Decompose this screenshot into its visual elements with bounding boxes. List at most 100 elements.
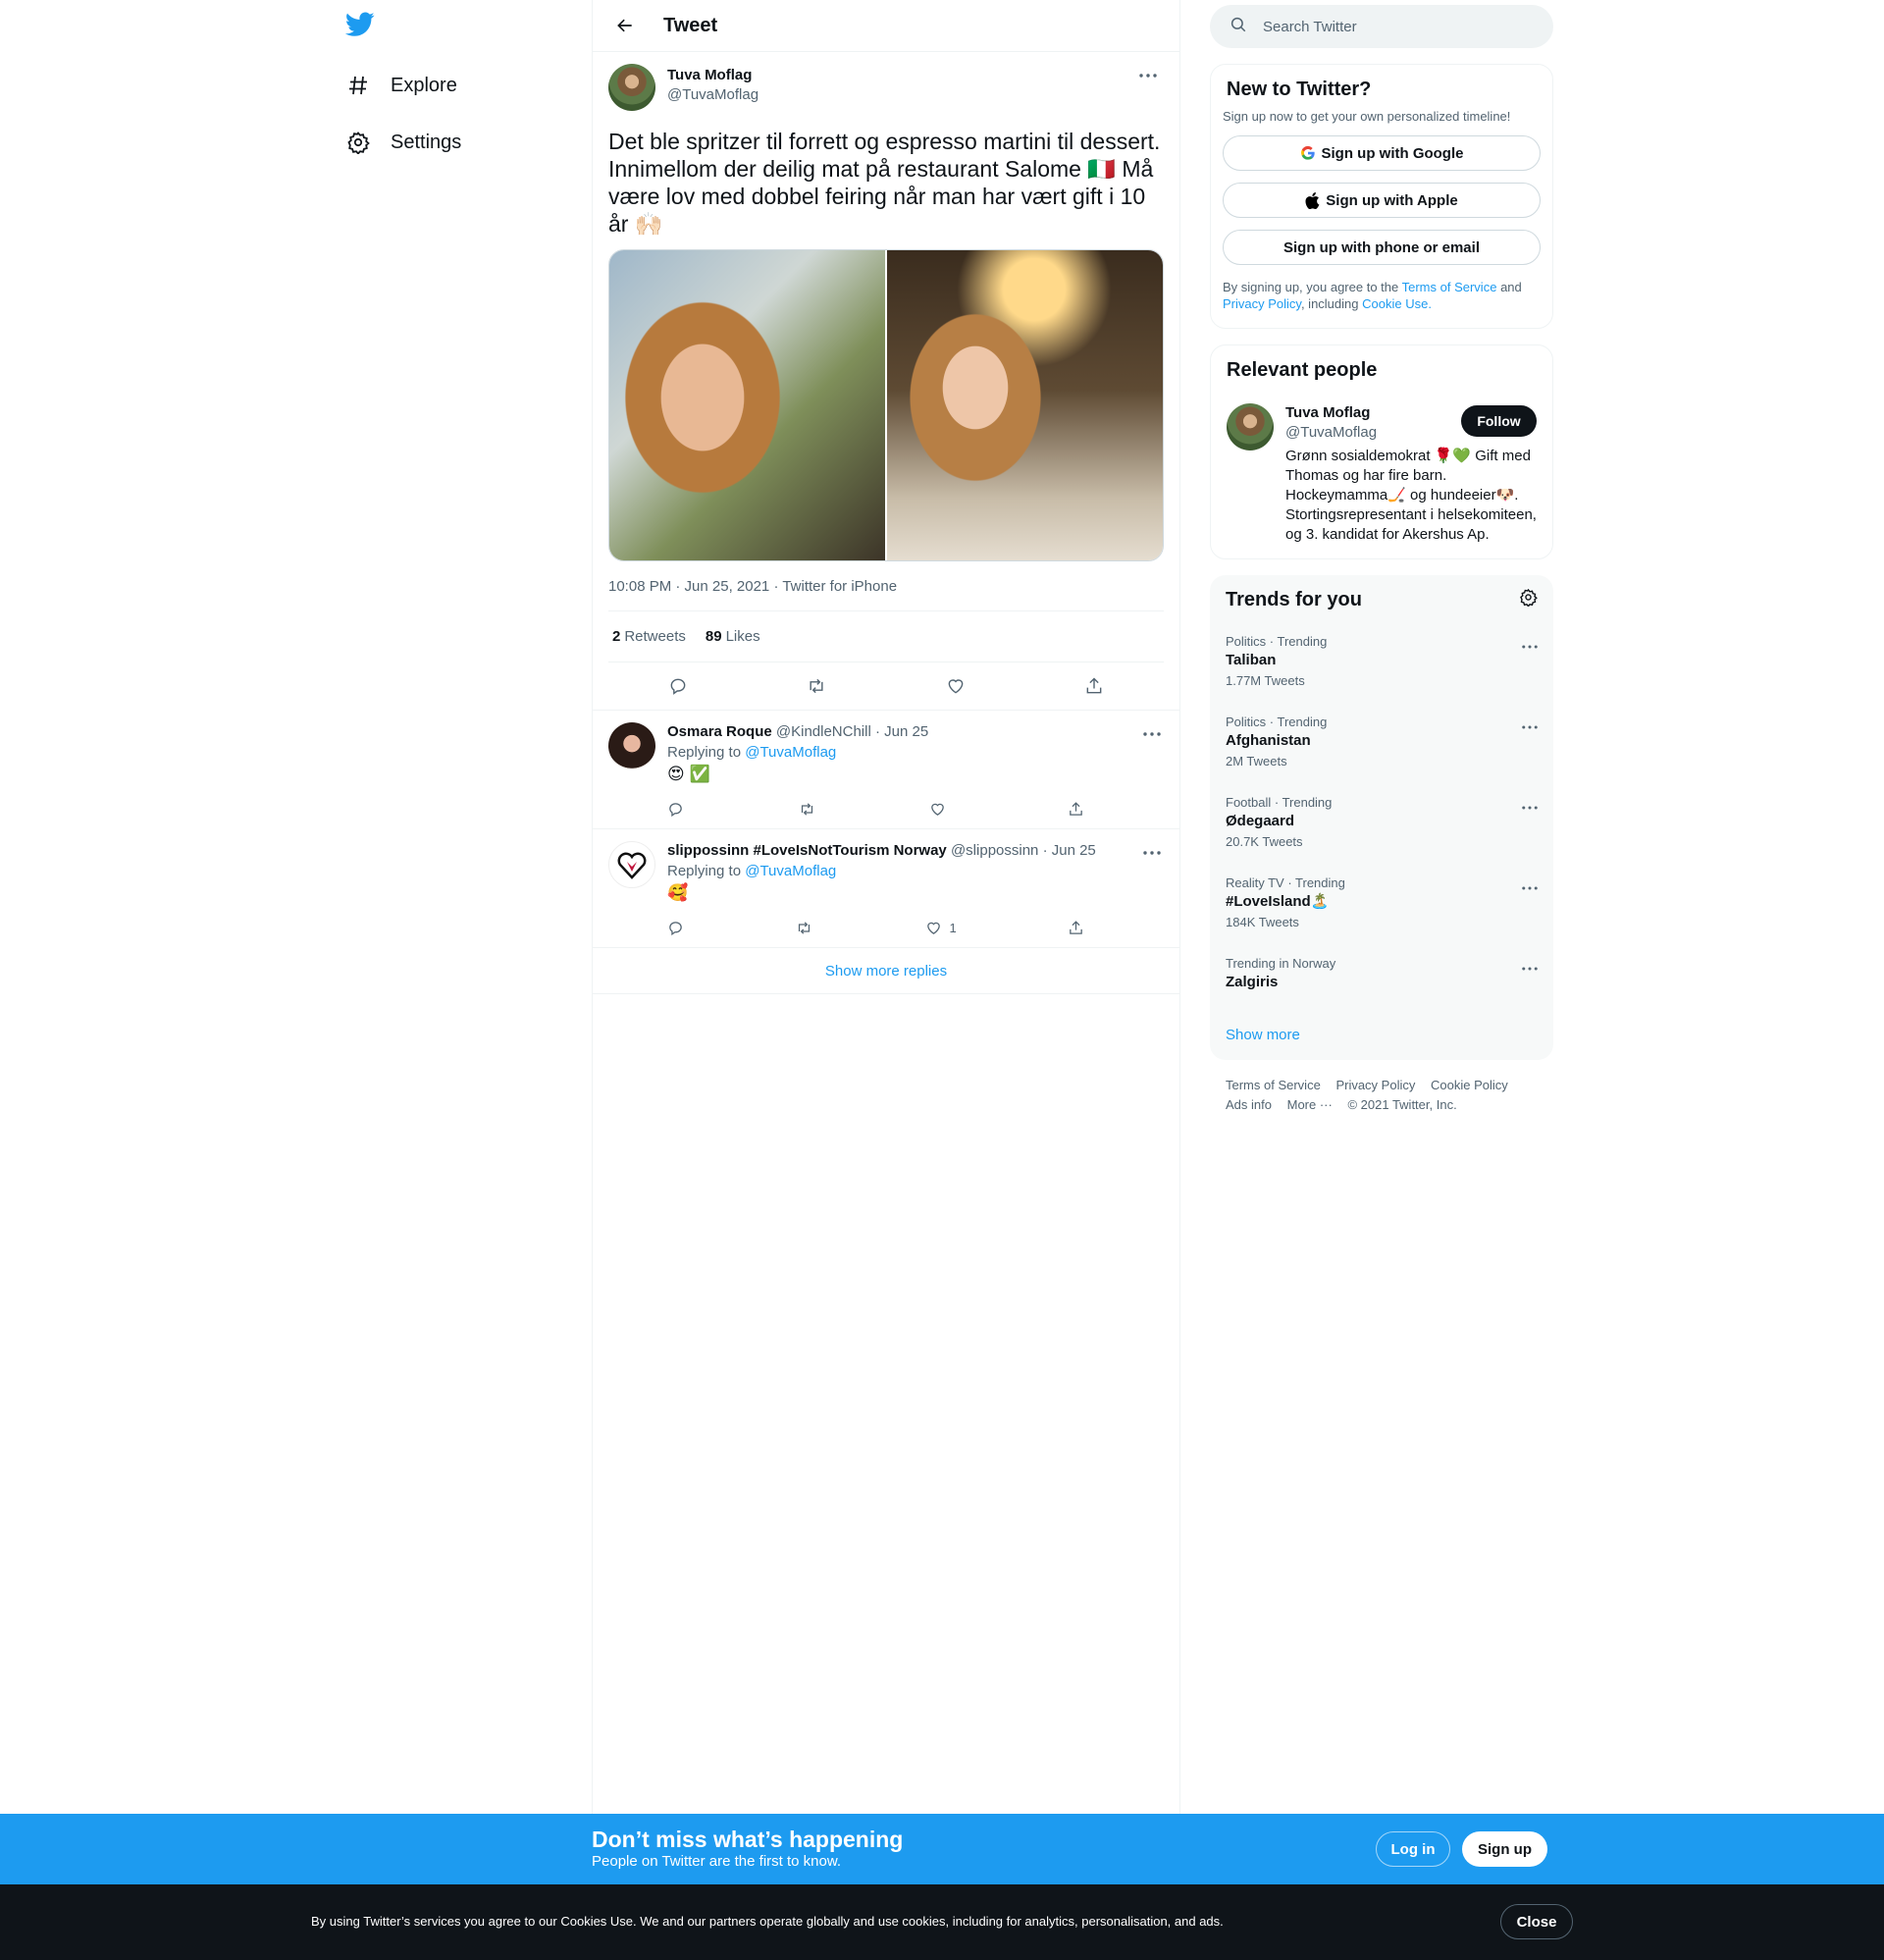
twitter-logo-icon[interactable]: [344, 12, 379, 41]
trend-count: 2M Tweets: [1226, 754, 1287, 768]
retweets-label[interactable]: Retweets: [624, 628, 686, 645]
reply-text: 🥰: [667, 883, 689, 902]
trend-count: 184K Tweets: [1226, 915, 1299, 929]
reply-date[interactable]: · Jun 25: [875, 723, 928, 740]
trend-context: Reality TV · Trending: [1226, 875, 1345, 890]
footer-cookie-link[interactable]: Cookie Policy: [1431, 1078, 1508, 1092]
reply-tweet[interactable]: slippossinn #LoveIsNotTourism Norway @sl…: [593, 828, 1179, 947]
trend-item[interactable]: Trending in Norway Zalgiris: [1210, 946, 1553, 1009]
more-options-icon[interactable]: [1522, 958, 1538, 976]
tweet-text: Det ble spritzer til forrett og espresso…: [608, 129, 1161, 237]
reply-icon[interactable]: [667, 914, 684, 941]
more-options-icon[interactable]: [1522, 636, 1538, 654]
nav-explore-label: Explore: [391, 74, 457, 96]
cookie-use-link[interactable]: Cookie Use.: [1362, 296, 1432, 311]
signup-apple-button[interactable]: Sign up with Apple: [1223, 183, 1541, 218]
tweet-timestamp[interactable]: 10:08 PM · Jun 25, 2021 · Twitter for iP…: [608, 578, 1164, 611]
heart-icon[interactable]: [929, 795, 954, 822]
right-sidebar: New to Twitter? Sign up now to get your …: [1210, 0, 1553, 1115]
trend-name: Zalgiris: [1226, 974, 1279, 990]
reply-author-handle[interactable]: @slippossinn: [951, 842, 1038, 859]
page-header: Tweet: [593, 0, 1179, 52]
heart-icon[interactable]: 1: [925, 914, 957, 941]
retweet-icon[interactable]: [800, 669, 833, 703]
trend-item[interactable]: Politics · Trending Taliban 1.77M Tweets: [1210, 624, 1553, 705]
trend-context: Politics · Trending: [1226, 634, 1328, 649]
footer-terms-link[interactable]: Terms of Service: [1226, 1078, 1321, 1092]
reply-author-name[interactable]: slippossinn #LoveIsNotTourism Norway: [667, 842, 947, 859]
avatar[interactable]: [608, 64, 655, 111]
nav-settings[interactable]: Settings: [345, 121, 461, 164]
gear-icon[interactable]: [1519, 588, 1538, 611]
reply-author-handle[interactable]: @KindleNChill: [776, 723, 871, 740]
trend-item[interactable]: Football · Trending Ødegaard 20.7K Tweet…: [1210, 785, 1553, 866]
trends-show-more-link[interactable]: Show more: [1210, 1009, 1553, 1060]
search-input[interactable]: [1263, 18, 1518, 35]
footer-links: Terms of Service Privacy Policy Cookie P…: [1210, 1060, 1553, 1115]
more-options-icon[interactable]: [1140, 724, 1164, 744]
trend-name: Ødegaard: [1226, 813, 1295, 829]
more-options-icon[interactable]: [1136, 66, 1160, 85]
footer-copyright: © 2021 Twitter, Inc.: [1347, 1097, 1457, 1112]
cookie-text: By using Twitter’s services you agree to…: [311, 1914, 1224, 1929]
reply-icon[interactable]: [661, 669, 695, 703]
signup-button[interactable]: Sign up: [1462, 1831, 1547, 1867]
show-more-replies-button[interactable]: Show more replies: [593, 947, 1179, 994]
retweet-icon[interactable]: [798, 795, 816, 822]
tweet-media[interactable]: [608, 249, 1164, 561]
privacy-policy-link[interactable]: Privacy Policy: [1223, 296, 1301, 311]
share-icon[interactable]: [1077, 669, 1111, 703]
search-bar[interactable]: [1210, 5, 1553, 48]
relevant-person[interactable]: Tuva Moflag @TuvaMoflag Grønn sosialdemo…: [1227, 403, 1537, 545]
person-bio: Grønn sosialdemokrat 🌹💚 Gift med Thomas …: [1285, 448, 1537, 543]
tweet-stats: 2 Retweets 89 Likes: [608, 611, 1164, 662]
terms-of-service-link[interactable]: Terms of Service: [1402, 280, 1497, 294]
reply-tweet[interactable]: Osmara Roque @KindleNChill · Jun 25 Repl…: [593, 710, 1179, 828]
avatar[interactable]: [608, 722, 655, 769]
back-arrow-icon[interactable]: [608, 9, 642, 42]
cookie-close-button[interactable]: Close: [1500, 1904, 1573, 1939]
like-count: 1: [949, 920, 957, 935]
signup-phone-email-button[interactable]: Sign up with phone or email: [1223, 230, 1541, 265]
signup-terms: By signing up, you agree to the Terms of…: [1223, 279, 1541, 312]
footer-more-link[interactable]: More ···: [1287, 1097, 1333, 1112]
trend-item[interactable]: Reality TV · Trending #LoveIsland🏝️ 184K…: [1210, 866, 1553, 946]
signup-google-button[interactable]: Sign up with Google: [1223, 135, 1541, 171]
follow-button[interactable]: Follow: [1461, 405, 1537, 437]
avatar[interactable]: [1227, 403, 1274, 450]
banner-heading: Don’t miss what’s happening: [592, 1827, 904, 1852]
author-name[interactable]: Tuva Moflag: [667, 66, 759, 85]
author-handle[interactable]: @TuvaMoflag: [667, 85, 759, 105]
relevant-people-title: Relevant people: [1227, 359, 1378, 381]
share-icon[interactable]: [1068, 914, 1084, 941]
retweets-count[interactable]: 2: [612, 628, 620, 645]
reply-icon[interactable]: [667, 795, 684, 822]
tweet-photo-1[interactable]: [609, 250, 885, 560]
tweet-photo-2[interactable]: [887, 250, 1163, 560]
likes-label[interactable]: Likes: [726, 628, 760, 645]
reply-date[interactable]: · Jun 25: [1043, 842, 1096, 859]
trend-count: 1.77M Tweets: [1226, 673, 1305, 688]
trends-title: Trends for you: [1226, 588, 1362, 610]
likes-count[interactable]: 89: [706, 628, 722, 645]
more-options-icon[interactable]: [1140, 843, 1164, 863]
retweet-icon[interactable]: [795, 914, 813, 941]
share-icon[interactable]: [1068, 795, 1084, 822]
reply-author-name[interactable]: Osmara Roque: [667, 723, 772, 740]
login-button[interactable]: Log in: [1376, 1831, 1450, 1867]
footer-ads-link[interactable]: Ads info: [1226, 1097, 1272, 1112]
signup-apple-label: Sign up with Apple: [1326, 191, 1458, 209]
more-options-icon[interactable]: [1522, 877, 1538, 895]
replying-to-link[interactable]: @TuvaMoflag: [745, 744, 836, 761]
reply-actions: 1: [667, 914, 1084, 941]
trend-item[interactable]: Politics · Trending Afghanistan 2M Tweet…: [1210, 705, 1553, 785]
more-options-icon[interactable]: [1522, 797, 1538, 815]
trend-context: Football · Trending: [1226, 795, 1333, 810]
avatar[interactable]: [608, 841, 655, 888]
new-to-twitter-card: New to Twitter? Sign up now to get your …: [1210, 64, 1553, 329]
replying-to-link[interactable]: @TuvaMoflag: [745, 863, 836, 879]
nav-explore[interactable]: Explore: [345, 64, 457, 107]
heart-icon[interactable]: [939, 669, 972, 703]
more-options-icon[interactable]: [1522, 716, 1538, 734]
footer-privacy-link[interactable]: Privacy Policy: [1335, 1078, 1415, 1092]
